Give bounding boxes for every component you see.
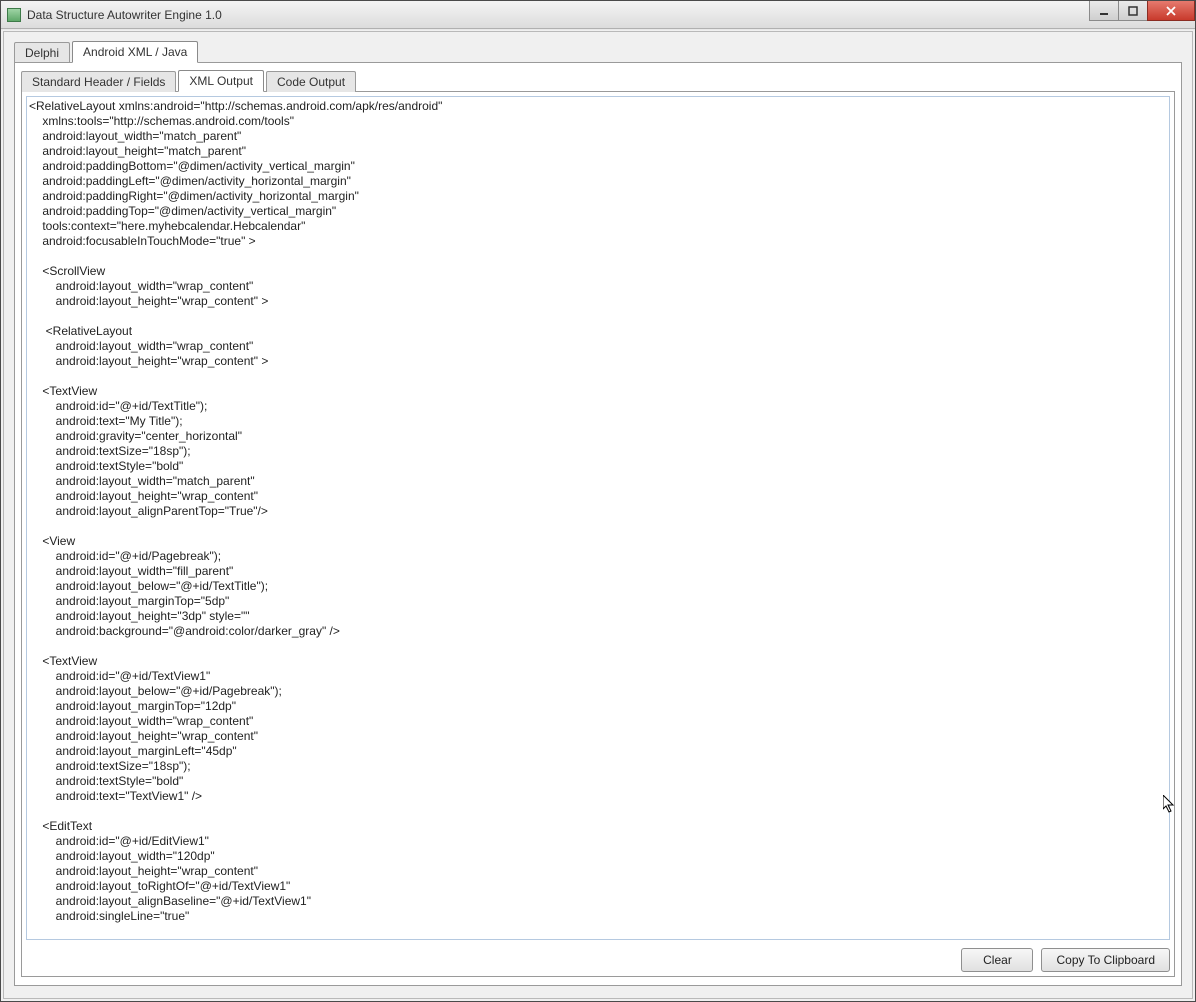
primary-tab-panel: Standard Header / Fields XML Output Code… bbox=[14, 62, 1182, 986]
minimize-button[interactable] bbox=[1089, 1, 1119, 21]
close-button[interactable] bbox=[1147, 1, 1195, 21]
close-icon bbox=[1166, 6, 1177, 16]
tab-xml-output[interactable]: XML Output bbox=[178, 70, 264, 92]
tab-android-xml-java[interactable]: Android XML / Java bbox=[72, 41, 198, 63]
app-window: Data Structure Autowriter Engine 1.0 Del… bbox=[0, 0, 1196, 1002]
xml-output-container: <RelativeLayout xmlns:android="http://sc… bbox=[26, 96, 1170, 940]
secondary-tabstrip: Standard Header / Fields XML Output Code… bbox=[21, 69, 1175, 91]
copy-to-clipboard-button[interactable]: Copy To Clipboard bbox=[1041, 948, 1170, 972]
secondary-tab-panel: <RelativeLayout xmlns:android="http://sc… bbox=[21, 91, 1175, 977]
window-controls bbox=[1090, 1, 1195, 21]
maximize-icon bbox=[1128, 6, 1138, 16]
client-area: Delphi Android XML / Java Standard Heade… bbox=[3, 31, 1193, 999]
tab-delphi[interactable]: Delphi bbox=[14, 42, 70, 63]
tab-code-output[interactable]: Code Output bbox=[266, 71, 356, 92]
minimize-icon bbox=[1099, 6, 1109, 16]
button-row: Clear Copy To Clipboard bbox=[26, 940, 1170, 972]
app-icon bbox=[7, 8, 21, 22]
xml-output-textarea[interactable]: <RelativeLayout xmlns:android="http://sc… bbox=[27, 97, 1169, 939]
maximize-button[interactable] bbox=[1118, 1, 1148, 21]
primary-tabstrip: Delphi Android XML / Java bbox=[14, 40, 1182, 62]
window-title: Data Structure Autowriter Engine 1.0 bbox=[27, 8, 222, 22]
titlebar[interactable]: Data Structure Autowriter Engine 1.0 bbox=[1, 1, 1195, 29]
tab-standard-header-fields[interactable]: Standard Header / Fields bbox=[21, 71, 176, 92]
clear-button[interactable]: Clear bbox=[961, 948, 1033, 972]
